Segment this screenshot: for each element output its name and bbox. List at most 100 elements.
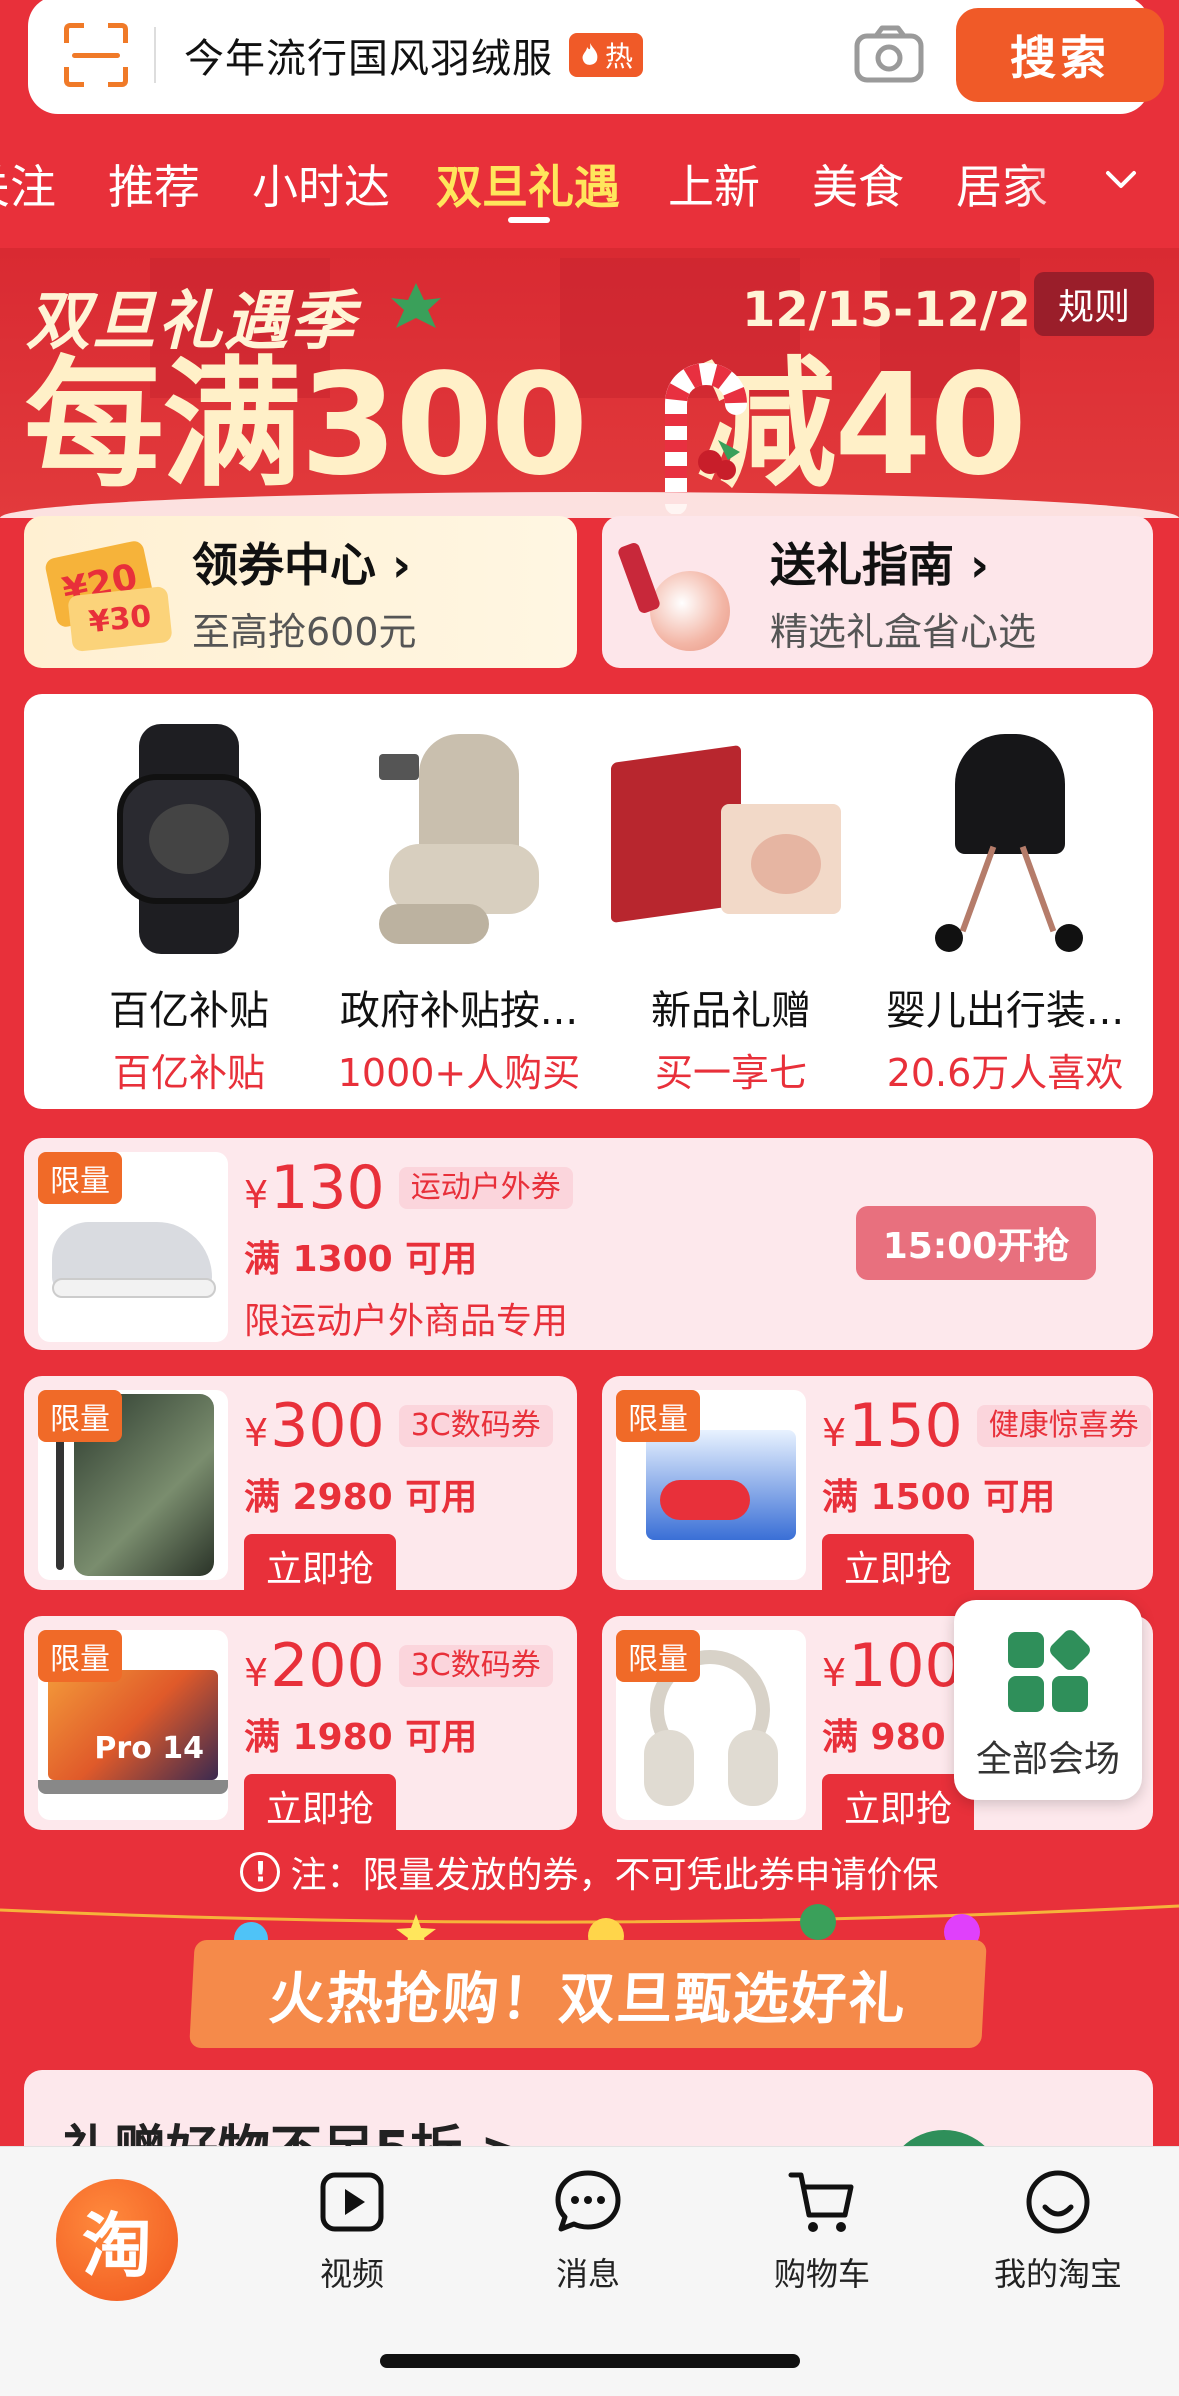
product-item[interactable]: 婴儿出行装... 20.6万人喜欢 bbox=[870, 724, 1140, 1097]
scan-icon[interactable] bbox=[64, 23, 128, 87]
tab-food[interactable]: 美食 bbox=[812, 151, 904, 217]
limited-badge: 限量 bbox=[616, 1390, 700, 1442]
promo-ribbon: 火热抢购！双旦甄选好礼 bbox=[189, 1940, 987, 2048]
shopping-cart-icon bbox=[788, 2172, 854, 2232]
coupon-stack-image: ¥20 ¥30 bbox=[32, 527, 173, 657]
product-name: 婴儿出行装... bbox=[885, 988, 1125, 1034]
stroller-image bbox=[905, 724, 1105, 954]
grab-button[interactable]: 立即抢 bbox=[822, 1534, 975, 1590]
coupon-thumb-2: ¥30 bbox=[67, 585, 173, 653]
nav-messages-label: 消息 bbox=[555, 2255, 620, 2293]
tab-holiday-gifts[interactable]: 双旦礼遇 bbox=[436, 151, 620, 217]
chevron-right-icon: › bbox=[392, 537, 411, 592]
tab-follow[interactable]: 关注 bbox=[0, 151, 56, 217]
grab-button[interactable]: 立即抢 bbox=[244, 1774, 397, 1830]
currency-symbol: ¥ bbox=[244, 1173, 269, 1217]
candy-cane-icon bbox=[665, 363, 747, 514]
coupon-card[interactable]: 限量 ¥150 健康惊喜券 满 1500 可用 立即抢 bbox=[602, 1376, 1153, 1590]
video-play-icon bbox=[320, 2172, 384, 2232]
currency-symbol: ¥ bbox=[244, 1651, 269, 1695]
limited-badge: 限量 bbox=[38, 1630, 122, 1682]
product-item[interactable]: 百亿补贴 百亿补贴 bbox=[54, 724, 324, 1097]
limited-badge: 限量 bbox=[38, 1390, 122, 1442]
grab-button[interactable]: 立即抢 bbox=[822, 1774, 975, 1830]
grab-button[interactable]: 立即抢 bbox=[244, 1534, 397, 1590]
perfume-lipstick-image bbox=[610, 527, 750, 657]
massage-chair-image bbox=[359, 724, 559, 954]
active-tab-indicator bbox=[508, 217, 550, 223]
makeup-gift-box-image bbox=[611, 724, 851, 954]
coupon-amount: 200 bbox=[270, 1631, 385, 1701]
coupon-tag: 运动户外券 bbox=[398, 1167, 573, 1209]
laptop-model-label: Pro 14 bbox=[48, 1670, 218, 1780]
limited-badge: 限量 bbox=[616, 1630, 700, 1682]
tab-recommend[interactable]: 推荐 bbox=[108, 151, 200, 217]
coupon-tag: 3C数码券 bbox=[398, 1405, 553, 1447]
coupon-min-spend: 满 1500 可用 bbox=[822, 1477, 1056, 1518]
coupon-tag: 健康惊喜券 bbox=[976, 1405, 1151, 1447]
nav-video-label: 视频 bbox=[319, 2255, 384, 2293]
smiley-face-icon bbox=[1026, 2170, 1090, 2234]
string-lights bbox=[0, 1904, 1179, 1924]
coupon-note: ! 注：限量发放的券，不可凭此券申请价保 bbox=[0, 1846, 1179, 1898]
taobao-home-page: { "search": { "query_text": "今年流行国风羽绒服",… bbox=[0, 0, 1179, 2396]
nav-my-taobao-label: 我的淘宝 bbox=[993, 2255, 1122, 2293]
coupon-amount: 150 bbox=[848, 1391, 963, 1461]
product-name: 政府补贴按... bbox=[339, 988, 579, 1034]
watch-image bbox=[89, 724, 289, 954]
currency-symbol: ¥ bbox=[822, 1411, 847, 1455]
search-button[interactable]: 搜索 bbox=[956, 8, 1164, 102]
coupon-tag: 3C数码券 bbox=[398, 1645, 553, 1687]
coupon-card-featured[interactable]: 限量 ¥130 运动户外券 满 1300 可用 限运动户外商品专用 15:00开抢 bbox=[24, 1138, 1153, 1350]
nav-cart[interactable]: 购物车 bbox=[722, 2165, 922, 2295]
hot-badge: 热 bbox=[569, 33, 644, 77]
timed-grab-button[interactable]: 15:00开抢 bbox=[856, 1206, 1096, 1280]
apps-grid-icon bbox=[1008, 1627, 1093, 1712]
category-tabs: 关注 推荐 小时达 双旦礼遇 上新 美食 居家 bbox=[0, 145, 1179, 235]
all-venues-button[interactable]: 全部会场 bbox=[954, 1600, 1142, 1800]
coupon-center-entry[interactable]: ¥20 ¥30 领券中心 › 至高抢600元 bbox=[24, 516, 577, 668]
holiday-banner[interactable]: 双旦礼遇季 12/15-12/25 规则 每满300 减40 bbox=[0, 248, 1179, 518]
info-icon: ! bbox=[240, 1852, 281, 1892]
tab-new[interactable]: 上新 bbox=[668, 151, 760, 217]
holly-icon bbox=[391, 283, 441, 328]
tab-hourly-delivery[interactable]: 小时达 bbox=[252, 151, 390, 217]
coupon-min-spend: 满 1300 可用 bbox=[244, 1239, 478, 1280]
search-bar[interactable]: 今年流行国风羽绒服 热 搜索 bbox=[28, 0, 1164, 114]
search-divider bbox=[154, 27, 156, 83]
search-input[interactable]: 今年流行国风羽绒服 bbox=[184, 26, 553, 84]
nav-my-taobao[interactable]: 我的淘宝 bbox=[958, 2165, 1158, 2295]
nav-messages[interactable]: 消息 bbox=[488, 2165, 688, 2295]
limited-badge: 限量 bbox=[38, 1152, 122, 1204]
rules-button[interactable]: 规则 bbox=[1034, 272, 1154, 336]
product-name: 新品礼赠 bbox=[651, 988, 811, 1034]
coupon-card[interactable]: Pro 14 限量 ¥200 3C数码券 满 1980 可用 立即抢 bbox=[24, 1616, 577, 1830]
coupon-card[interactable]: 限量 ¥300 3C数码券 满 2980 可用 立即抢 bbox=[24, 1376, 577, 1590]
product-item[interactable]: 政府补贴按... 1000+人购买 bbox=[324, 724, 594, 1097]
nav-cart-label: 购物车 bbox=[773, 2255, 870, 2293]
taobao-home-logo[interactable]: 淘 bbox=[56, 2179, 178, 2301]
chevron-down-icon[interactable] bbox=[1104, 163, 1138, 197]
product-subtitle: 买一享七 bbox=[654, 1051, 807, 1095]
chat-bubble-icon bbox=[555, 2170, 621, 2232]
gift-guide-entry[interactable]: 送礼指南 › 精选礼盒省心选 bbox=[602, 516, 1153, 668]
coupon-min-spend: 满 2980 可用 bbox=[244, 1477, 478, 1518]
coupon-amount: 100 bbox=[848, 1631, 963, 1701]
product-subtitle: 20.6万人喜欢 bbox=[886, 1051, 1124, 1095]
product-subtitle: 百亿补贴 bbox=[112, 1051, 265, 1095]
coupon-desc: 限运动户外商品专用 bbox=[244, 1301, 569, 1342]
gift-guide-subtitle: 精选礼盒省心选 bbox=[770, 609, 1037, 654]
camera-icon[interactable] bbox=[854, 24, 924, 84]
nav-video[interactable]: 视频 bbox=[252, 2165, 452, 2295]
banner-headline: 每满300 减40 bbox=[24, 356, 1027, 496]
chevron-right-icon: › bbox=[970, 537, 989, 592]
coupon-min-spend: 满 1980 可用 bbox=[244, 1717, 478, 1758]
home-indicator[interactable] bbox=[380, 2354, 800, 2368]
product-name: 百亿补贴 bbox=[109, 988, 269, 1034]
hot-badge-label: 热 bbox=[605, 40, 634, 73]
currency-symbol: ¥ bbox=[244, 1411, 269, 1455]
coupon-center-subtitle: 至高抢600元 bbox=[192, 609, 417, 654]
product-item[interactable]: 新品礼赠 买一享七 bbox=[596, 724, 866, 1097]
product-subtitle: 1000+人购买 bbox=[337, 1051, 581, 1095]
banner-date-range: 12/15-12/25 bbox=[742, 282, 1065, 338]
